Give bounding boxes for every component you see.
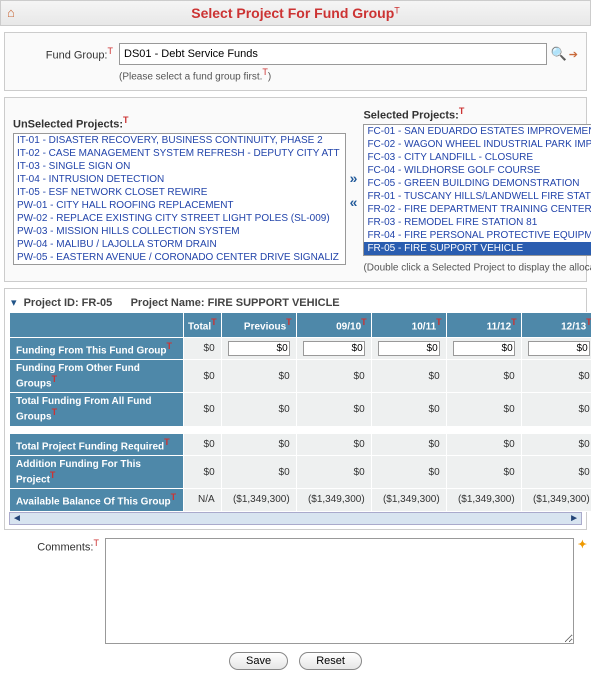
collapse-icon[interactable]: ▾ xyxy=(11,297,17,309)
amount-cell: $0 xyxy=(446,455,521,488)
amount-cell: $0 xyxy=(446,433,521,455)
amount-cell: $0 xyxy=(184,393,222,426)
footnote-marker: T xyxy=(394,5,400,15)
column-header: 12/13T xyxy=(521,313,591,337)
list-item[interactable]: FC-03 - CITY LANDFILL - CLOSURE xyxy=(364,151,591,164)
fund-group-hint: (Please select a fund group first.T) xyxy=(119,67,578,82)
home-icon[interactable]: ⌂ xyxy=(7,5,15,20)
column-header: 11/12T xyxy=(446,313,521,337)
amount-cell: $0 xyxy=(521,393,591,426)
move-left-icon[interactable]: « xyxy=(350,194,358,210)
row-header: Total Project Funding RequiredT xyxy=(10,433,184,455)
list-item[interactable]: IT-04 - INTRUSION DETECTION xyxy=(14,173,345,186)
go-icon[interactable]: ➔ xyxy=(569,48,578,61)
amount-input[interactable] xyxy=(303,341,365,356)
list-item[interactable]: FR-02 - FIRE DEPARTMENT TRAINING CENTER … xyxy=(364,203,591,216)
amount-cell: $0 xyxy=(221,455,296,488)
list-item[interactable]: PW-04 - MALIBU / LAJOLLA STORM DRAIN xyxy=(14,238,345,251)
amount-input[interactable] xyxy=(228,341,290,356)
amount-cell: ($1,349,300) xyxy=(371,489,446,511)
column-header: 09/10T xyxy=(296,313,371,337)
project-bar: ▾ Project ID: FR-05 Project Name: FIRE S… xyxy=(9,293,582,312)
allocation-table: TotalTPreviousT09/10T10/11T11/12T12/13T F… xyxy=(9,312,591,511)
list-item[interactable]: FC-05 - GREEN BUILDING DEMONSTRATION xyxy=(364,177,591,190)
amount-cell: $0 xyxy=(184,337,222,359)
list-item[interactable]: PW-01 - CITY HALL ROOFING REPLACEMENT xyxy=(14,199,345,212)
unselected-listbox[interactable]: IT-01 - DISASTER RECOVERY, BUSINESS CONT… xyxy=(13,133,346,265)
fund-group-label: Fund Group:T xyxy=(13,46,113,62)
amount-input[interactable] xyxy=(528,341,590,356)
selected-listbox[interactable]: FC-01 - SAN EDUARDO ESTATES IMPROVEMENTS… xyxy=(363,124,591,256)
column-header: PreviousT xyxy=(221,313,296,337)
list-item[interactable]: PW-03 - MISSION HILLS COLLECTION SYSTEM xyxy=(14,225,345,238)
amount-cell: $0 xyxy=(521,359,591,392)
amount-cell: N/A xyxy=(184,489,222,511)
row-header: Available Balance Of This GroupT xyxy=(10,489,184,511)
amount-cell: $0 xyxy=(371,359,446,392)
amount-cell: $0 xyxy=(296,455,371,488)
amount-cell: $0 xyxy=(371,455,446,488)
comments-textarea[interactable] xyxy=(105,538,574,644)
amount-cell: $0 xyxy=(221,433,296,455)
list-item[interactable]: FR-05 - FIRE SUPPORT VEHICLE xyxy=(364,242,591,255)
unselected-label: UnSelected Projects:T xyxy=(13,115,344,131)
list-item[interactable]: FR-03 - REMODEL FIRE STATION 81 xyxy=(364,216,591,229)
amount-cell: ($1,349,300) xyxy=(521,489,591,511)
amount-cell: $0 xyxy=(446,359,521,392)
horizontal-scrollbar[interactable]: ◄► xyxy=(9,512,582,525)
row-header: Total Funding From All Fund GroupsT xyxy=(10,393,184,426)
row-header: Addition Funding For This ProjectT xyxy=(10,455,184,488)
comments-label: Comments:T xyxy=(4,538,99,644)
amount-cell: $0 xyxy=(521,433,591,455)
column-header: TotalT xyxy=(184,313,222,337)
allocation-section: ▾ Project ID: FR-05 Project Name: FIRE S… xyxy=(4,288,587,529)
list-item[interactable]: IT-01 - DISASTER RECOVERY, BUSINESS CONT… xyxy=(14,134,345,147)
amount-cell: $0 xyxy=(184,359,222,392)
fund-group-input[interactable] xyxy=(119,43,547,65)
list-item[interactable]: IT-03 - SINGLE SIGN ON xyxy=(14,160,345,173)
amount-cell: $0 xyxy=(371,393,446,426)
row-header: Funding From This Fund GroupT xyxy=(10,337,184,359)
amount-cell: $0 xyxy=(221,359,296,392)
amount-cell: ($1,349,300) xyxy=(296,489,371,511)
list-item[interactable]: PW-05 - EASTERN AVENUE / CORONADO CENTER… xyxy=(14,251,345,264)
page-header: ⌂ Select Project For Fund GroupT xyxy=(0,0,591,26)
list-item[interactable]: FC-02 - WAGON WHEEL INDUSTRIAL PARK IMPR… xyxy=(364,138,591,151)
save-button[interactable]: Save xyxy=(229,652,288,670)
scroll-right-icon[interactable]: ► xyxy=(569,513,579,524)
search-icon[interactable]: 🔍 xyxy=(551,46,567,62)
project-lists-section: UnSelected Projects:T IT-01 - DISASTER R… xyxy=(4,97,587,282)
amount-cell: $0 xyxy=(296,393,371,426)
amount-cell: $0 xyxy=(296,359,371,392)
amount-input[interactable] xyxy=(378,341,440,356)
amount-cell: ($1,349,300) xyxy=(221,489,296,511)
list-item[interactable]: IT-05 - ESF NETWORK CLOSET REWIRE xyxy=(14,186,345,199)
row-header: Funding From Other Fund GroupsT xyxy=(10,359,184,392)
column-header: 10/11T xyxy=(371,313,446,337)
list-item[interactable]: FC-01 - SAN EDUARDO ESTATES IMPROVEMENTS xyxy=(364,125,591,138)
add-comment-icon[interactable]: ✦ xyxy=(578,538,587,644)
reset-button[interactable]: Reset xyxy=(299,652,362,670)
fund-group-section: Fund Group:T 🔍 ➔ (Please select a fund g… xyxy=(4,32,587,91)
amount-input[interactable] xyxy=(453,341,515,356)
amount-cell: $0 xyxy=(184,455,222,488)
selected-hint: (Double click a Selected Project to disp… xyxy=(363,258,591,273)
amount-cell: $0 xyxy=(184,433,222,455)
amount-cell: $0 xyxy=(446,393,521,426)
move-right-icon[interactable]: » xyxy=(350,170,358,186)
amount-cell: ($1,349,300) xyxy=(446,489,521,511)
list-item[interactable]: IT-02 - CASE MANAGEMENT SYSTEM REFRESH -… xyxy=(14,147,345,160)
list-item[interactable]: FR-01 - TUSCANY HILLS/LANDWELL FIRE STAT… xyxy=(364,190,591,203)
list-item[interactable]: FC-04 - WILDHORSE GOLF COURSE xyxy=(364,164,591,177)
list-item[interactable]: FR-04 - FIRE PERSONAL PROTECTIVE EQUIPME… xyxy=(364,229,591,242)
page-title: Select Project For Fund Group xyxy=(191,5,394,21)
amount-cell: $0 xyxy=(296,433,371,455)
selected-label: Selected Projects:T xyxy=(363,106,591,122)
amount-cell: $0 xyxy=(521,455,591,488)
list-item[interactable]: PW-02 - REPLACE EXISTING CITY STREET LIG… xyxy=(14,212,345,225)
scroll-left-icon[interactable]: ◄ xyxy=(12,513,22,524)
amount-cell: $0 xyxy=(221,393,296,426)
amount-cell: $0 xyxy=(371,433,446,455)
